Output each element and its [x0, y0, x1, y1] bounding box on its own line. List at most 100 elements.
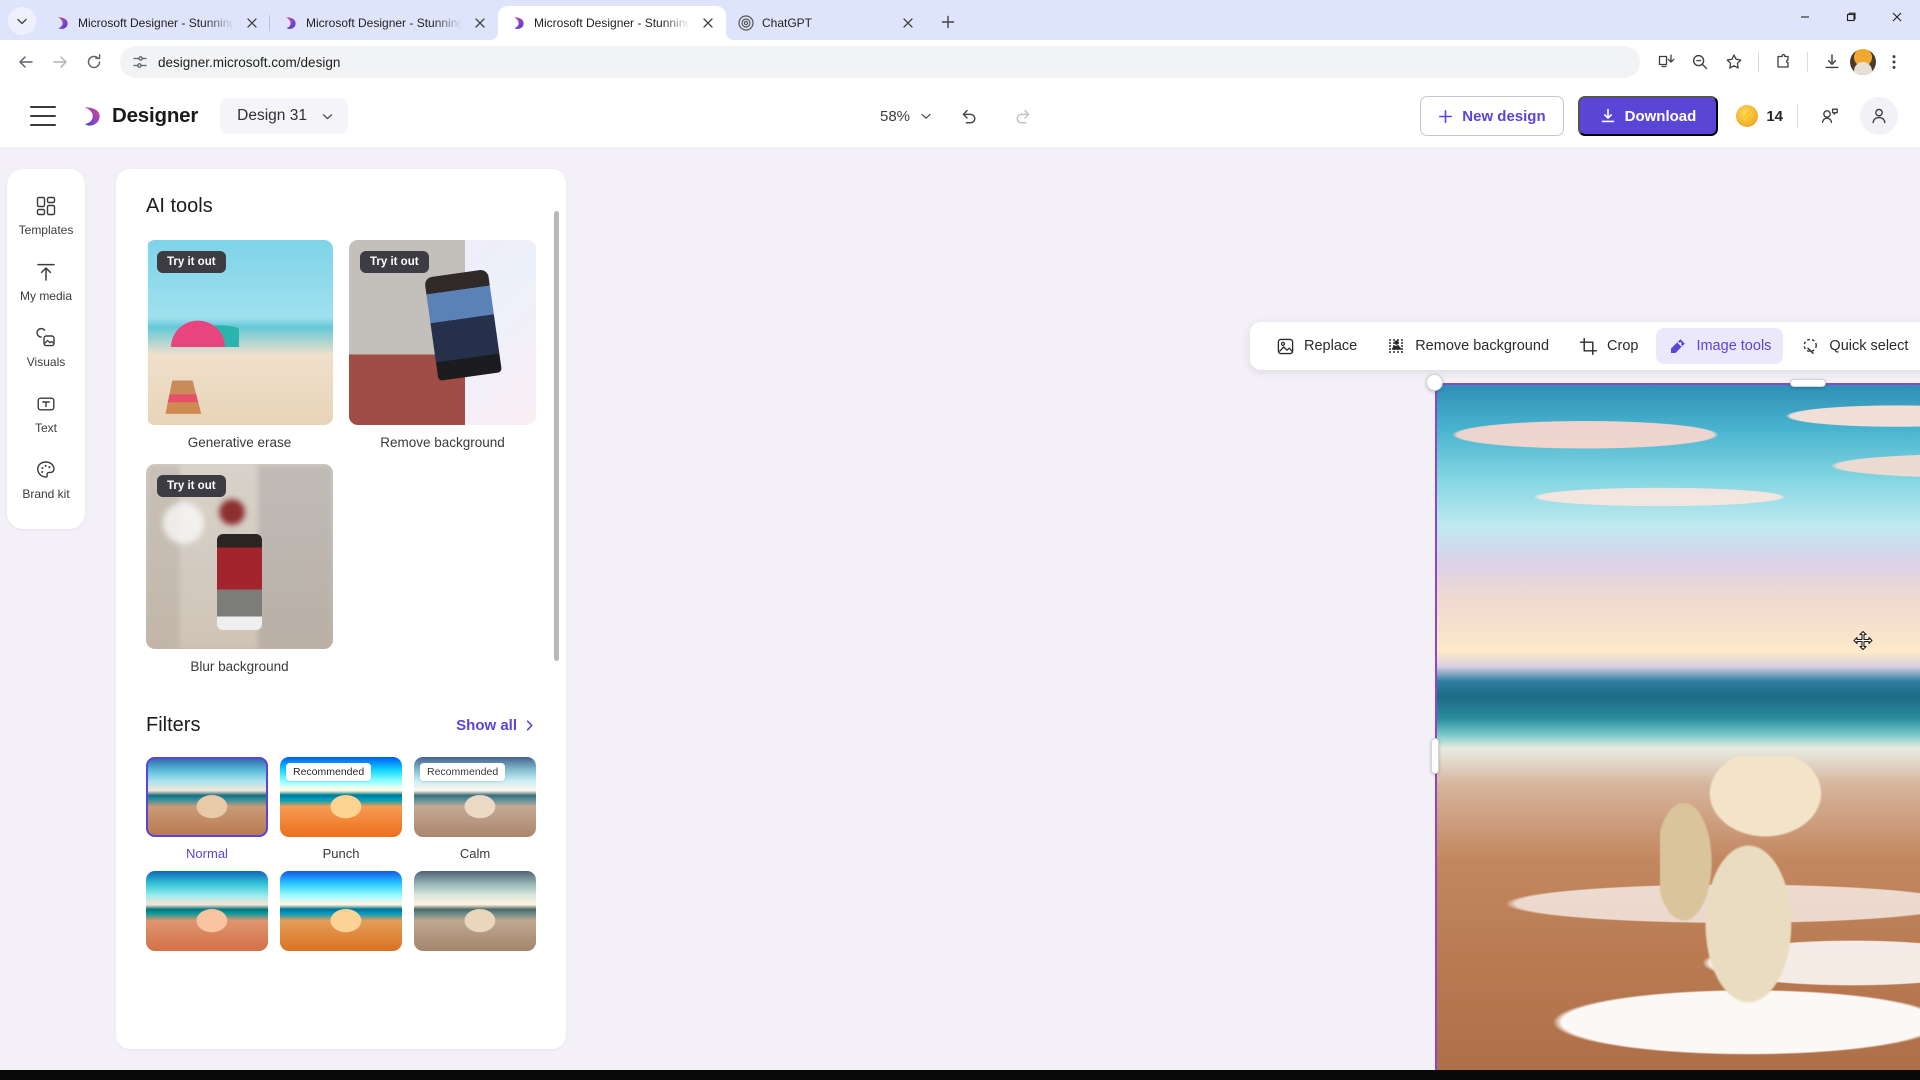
extensions-button[interactable] [1767, 46, 1799, 78]
download-button[interactable]: Download [1577, 96, 1719, 136]
visuals-image-icon [36, 327, 55, 347]
reload-button[interactable] [78, 46, 110, 78]
resize-handle-top-center[interactable] [1790, 379, 1826, 387]
filter-card-row2-3[interactable] [414, 871, 536, 951]
browser-tab-2[interactable]: Microsoft Designer - Stunning [490, 6, 734, 40]
restore-icon [1846, 12, 1856, 22]
tab-title: Microsoft Designer - Stunning [306, 16, 462, 30]
try-it-out-badge[interactable]: Try it out [360, 251, 429, 273]
ai-tool-card-blur-background[interactable]: Try it out Blur background [146, 464, 333, 674]
share-collaborate-button[interactable] [1812, 99, 1846, 133]
menu-hamburger-button[interactable] [30, 106, 56, 126]
tool-label: Replace [1304, 338, 1358, 354]
extensions-puzzle-icon [1777, 53, 1789, 68]
tool-label: Quick select [1829, 338, 1909, 354]
show-all-label: Show all [456, 717, 517, 734]
filter-card-row2-1[interactable] [146, 871, 268, 951]
ai-tool-card-generative-erase[interactable]: Try it out Generative erase [146, 240, 333, 450]
browser-tab-1[interactable]: Microsoft Designer - Stunning [269, 6, 498, 40]
chevron-right-icon [526, 720, 533, 731]
bookmark-button[interactable] [1718, 46, 1750, 78]
forward-button[interactable] [44, 46, 76, 78]
credit-coin-icon: ⚡ [1736, 105, 1759, 127]
panel-scroll-content: AI tools Try it out Generative erase Try… [116, 169, 566, 1049]
chrome-menu-button[interactable] [1878, 46, 1910, 78]
browser-tab-bar: Microsoft Designer - Stunning Microsoft … [0, 0, 1920, 40]
sidebar-item-label: My media [19, 289, 72, 303]
new-design-label: New design [1462, 107, 1546, 125]
address-bar[interactable]: designer.microsoft.com/design [120, 46, 1640, 78]
text-box-icon [37, 397, 55, 411]
filters-section: Filters Show all Normal Recommended Punc… [146, 714, 536, 951]
profile-avatar-icon[interactable] [1850, 49, 1876, 75]
new-tab-button[interactable] [934, 8, 962, 36]
sidebar-item-brand-kit[interactable]: Brand kit [7, 449, 85, 511]
tab-title: Microsoft Designer - Stunning [534, 16, 690, 30]
show-all-filters-button[interactable]: Show all [456, 717, 536, 734]
browser-toolbar: designer.microsoft.com/design [0, 40, 1920, 85]
tab-close-button[interactable] [470, 13, 490, 33]
tab-close-button[interactable] [698, 13, 718, 33]
filter-thumbnail [414, 871, 536, 951]
panel-scrollbar[interactable] [554, 211, 559, 661]
tool-label: Remove background [1415, 338, 1550, 354]
sidebar-item-visuals[interactable]: Visuals [7, 317, 85, 379]
tab-close-button[interactable] [898, 13, 918, 33]
back-button[interactable] [10, 46, 42, 78]
sidebar-item-text[interactable]: Text [7, 383, 85, 445]
tool-image-tools-button[interactable]: Image tools [1656, 328, 1784, 364]
site-settings-icon[interactable] [132, 54, 148, 70]
filter-card-punch[interactable]: Recommended Punch [280, 757, 402, 861]
resize-handle-middle-left[interactable] [1431, 737, 1439, 774]
design-name-dropdown[interactable]: Design 31 [220, 98, 348, 134]
recommended-badge: Recommended [420, 763, 506, 781]
brand-logo-group[interactable]: Designer [80, 104, 198, 128]
filter-card-calm[interactable]: Recommended Calm [414, 757, 536, 861]
selected-image-frame[interactable] [1426, 374, 1920, 1080]
undo-button[interactable] [952, 99, 986, 133]
browser-tab-0[interactable]: Microsoft Designer - Stunning [42, 6, 270, 40]
brand-name: Designer [112, 104, 199, 127]
credits-indicator[interactable]: ⚡ 14 [1736, 105, 1783, 127]
window-close-button[interactable] [1874, 0, 1920, 34]
share-people-icon [1821, 108, 1838, 123]
ai-tool-card-remove-background[interactable]: Try it out Remove background [349, 240, 536, 450]
tool-crop-button[interactable]: Crop [1567, 328, 1650, 364]
close-icon [703, 18, 713, 28]
redo-button[interactable] [1006, 99, 1040, 133]
upload-arrow-icon [37, 263, 55, 281]
ai-tool-label: Generative erase [187, 435, 292, 450]
window-minimize-button[interactable] [1782, 0, 1828, 34]
tab-search-button[interactable] [8, 7, 36, 35]
tool-quick-select-button[interactable]: Quick select [1789, 328, 1920, 364]
resize-handle-top-left[interactable] [1426, 374, 1443, 391]
zoom-button[interactable] [1684, 46, 1716, 78]
account-person-icon [1872, 108, 1886, 124]
ai-tools-grid: Try it out Generative erase Try it out R… [146, 240, 536, 674]
install-app-button[interactable] [1650, 46, 1682, 78]
chatgpt-favicon-icon [738, 15, 754, 31]
zoom-dropdown[interactable]: 58% [880, 108, 932, 125]
filter-card-normal[interactable]: Normal [146, 757, 268, 861]
close-icon [247, 18, 257, 28]
filter-card-row2-2[interactable] [280, 871, 402, 951]
toolbar-divider [1807, 52, 1808, 72]
browser-tab-3[interactable]: ChatGPT [726, 6, 926, 40]
tool-label: Crop [1607, 338, 1639, 354]
designer-logo-icon [84, 106, 100, 126]
try-it-out-badge[interactable]: Try it out [157, 475, 226, 497]
tab-close-button[interactable] [242, 13, 262, 33]
account-button[interactable] [1860, 97, 1898, 135]
left-rail-card: Templates My media Visuals Text Brand ki… [7, 169, 85, 529]
new-design-button[interactable]: New design [1420, 96, 1564, 136]
sidebar-item-templates[interactable]: Templates [7, 185, 85, 247]
app-header: Designer Design 31 58% New design Downlo… [0, 85, 1920, 147]
canvas-area[interactable]: Replace Remove background Crop Image too… [566, 147, 1920, 1080]
tool-replace-button[interactable]: Replace [1264, 328, 1369, 364]
downloads-button[interactable] [1816, 46, 1848, 78]
window-restore-button[interactable] [1828, 0, 1874, 34]
canvas-image[interactable] [1435, 383, 1920, 1080]
tool-remove-background-button[interactable]: Remove background [1375, 328, 1561, 364]
sidebar-item-my-media[interactable]: My media [7, 251, 85, 313]
try-it-out-badge[interactable]: Try it out [157, 251, 226, 273]
